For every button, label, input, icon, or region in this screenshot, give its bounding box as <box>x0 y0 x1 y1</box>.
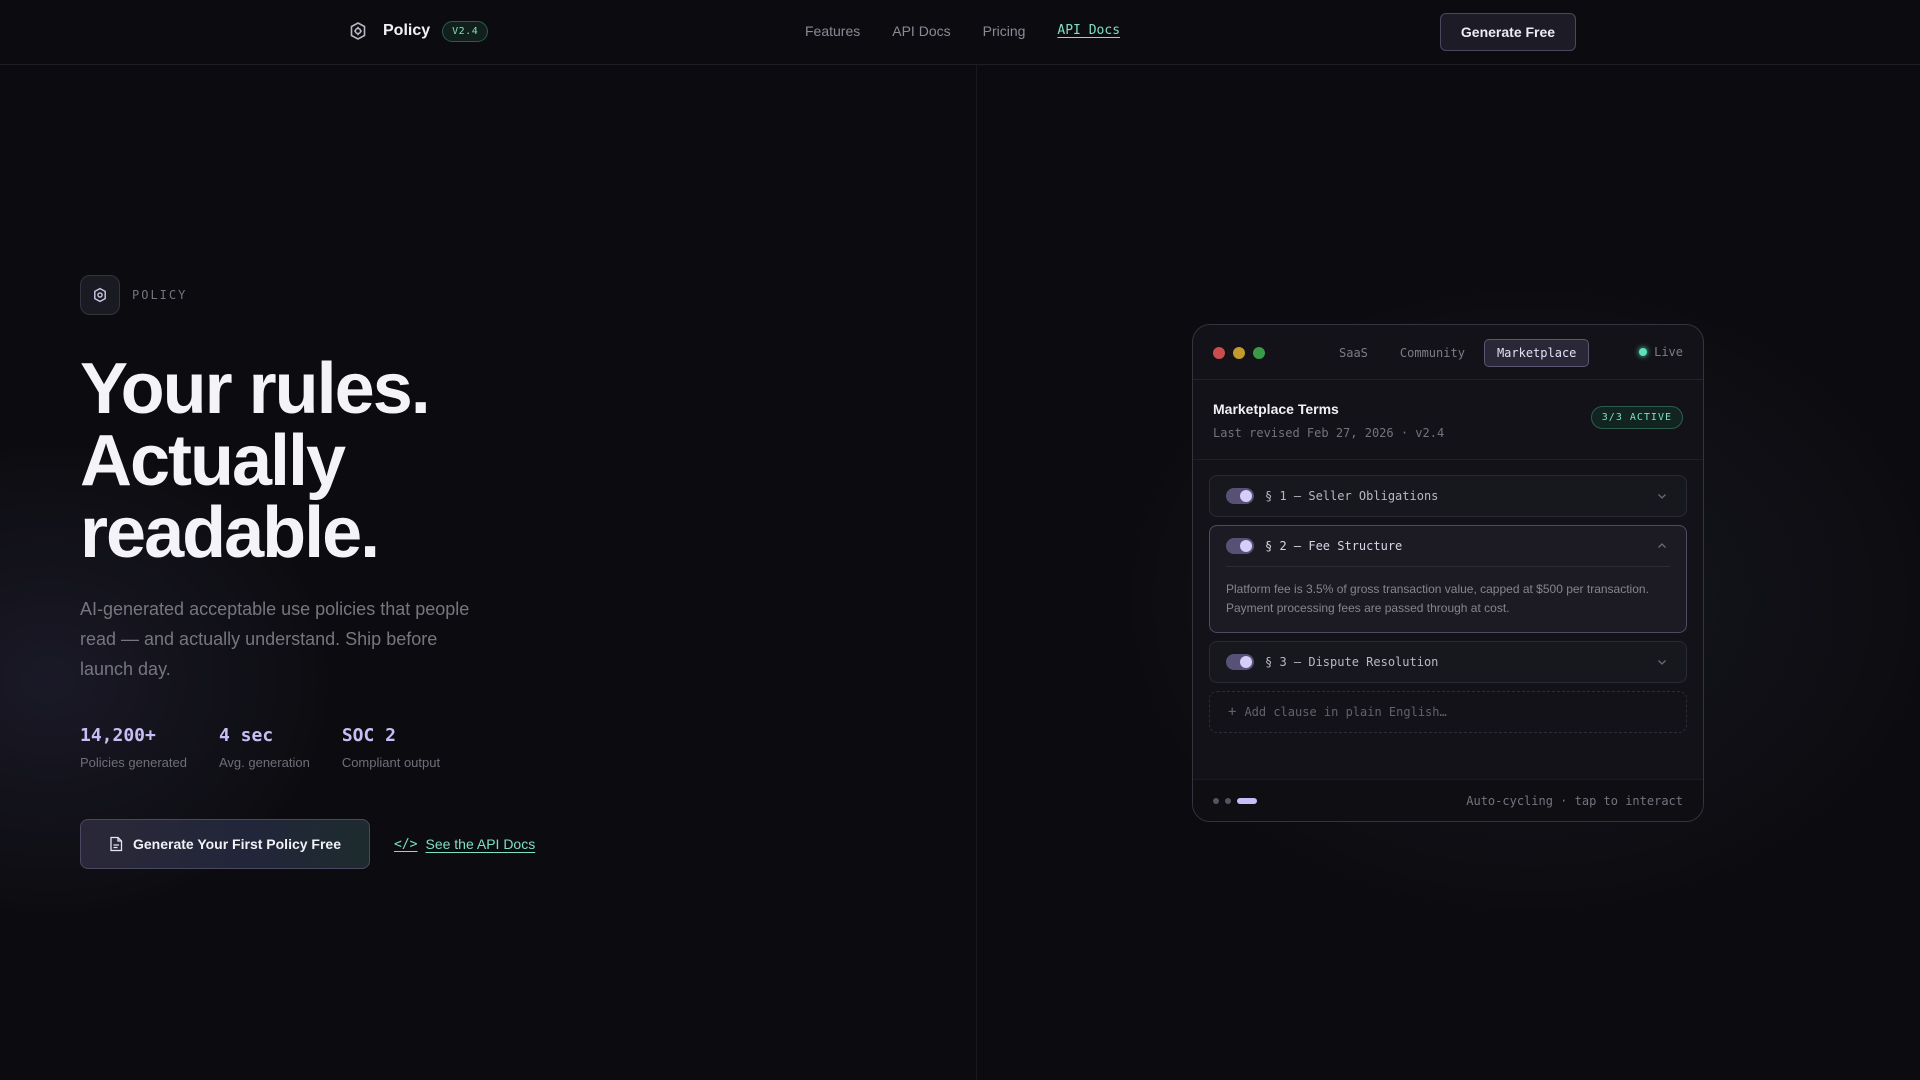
live-indicator: Live <box>1639 345 1683 359</box>
toggle-knob <box>1240 656 1252 668</box>
toggle-knob <box>1240 490 1252 502</box>
clause-label: § 1 — Seller Obligations <box>1265 489 1439 503</box>
clause-item[interactable]: § 3 — Dispute Resolution <box>1209 641 1687 683</box>
clause-toggle[interactable] <box>1226 654 1254 670</box>
policy-type-tabs: SaaS Community Marketplace <box>1326 339 1590 367</box>
stat-label: Compliant output <box>341 755 441 770</box>
active-count-badge: 3/3 ACTIVE <box>1590 406 1683 429</box>
see-api-docs-link[interactable]: </> See the API Docs <box>394 836 535 852</box>
clause-label: § 2 — Fee Structure <box>1265 539 1403 553</box>
add-clause-placeholder: Add clause in plain English… <box>1244 705 1447 719</box>
card-toolbar: SaaS Community Marketplace Live <box>1193 325 1703 380</box>
live-dot-icon <box>1639 348 1648 356</box>
document-header: Marketplace Terms Last revised Feb 27, 2… <box>1193 380 1703 460</box>
hero-eyebrow: POLICY <box>80 275 187 315</box>
stat-value: SOC 2 <box>341 725 396 746</box>
clause-item-expanded[interactable]: § 2 — Fee Structure Platform fee is 3.5%… <box>1209 525 1687 633</box>
clause-body: Platform fee is 3.5% of gross transactio… <box>1226 566 1670 632</box>
eyebrow-label: POLICY <box>132 288 188 302</box>
policy-preview-card: SaaS Community Marketplace Live Marketpl… <box>1192 324 1704 822</box>
document-meta: Last revised Feb 27, 2026 · v2.4 <box>1213 426 1445 440</box>
carousel-pager <box>1213 798 1257 804</box>
top-nav: Policy V2.4 Features API Docs Pricing AP… <box>0 0 1920 65</box>
brand-name: Policy <box>383 22 431 39</box>
shield-gear-icon <box>347 20 369 42</box>
nav-link-api-docs[interactable]: API Docs <box>892 23 950 39</box>
section-divider <box>976 65 977 1080</box>
headline-line-2: Actually <box>80 421 346 501</box>
auto-cycle-hint: Auto-cycling · tap to interact <box>1466 794 1683 808</box>
pager-dot-active[interactable] <box>1237 798 1257 804</box>
document-title: Marketplace Terms <box>1213 401 1339 417</box>
tab-community[interactable]: Community <box>1387 339 1478 367</box>
document-icon <box>109 836 123 852</box>
clause-header[interactable]: § 3 — Dispute Resolution <box>1210 642 1686 682</box>
hero-subhead: AI-generated acceptable use policies tha… <box>80 599 470 679</box>
stat-generation-time: 4 sec Avg. generation <box>219 725 310 770</box>
headline-line-3: readable. <box>80 493 380 573</box>
stat-policies: 14,200+ Policies generated <box>80 725 187 770</box>
cta-secondary-label: See the API Docs <box>425 836 536 852</box>
minimize-dot-icon <box>1233 347 1245 359</box>
stat-value: 4 sec <box>218 725 274 746</box>
toggle-knob <box>1240 540 1252 552</box>
nav-link-features[interactable]: Features <box>805 23 860 39</box>
pager-dot[interactable] <box>1213 798 1219 804</box>
generate-free-button[interactable]: Generate Free <box>1440 13 1576 51</box>
version-badge: V2.4 <box>442 20 489 42</box>
clause-header[interactable]: § 1 — Seller Obligations <box>1210 476 1686 516</box>
stat-label: Avg. generation <box>218 755 310 770</box>
card-footer: Auto-cycling · tap to interact <box>1193 779 1703 821</box>
hero-stats: 14,200+ Policies generated 4 sec Avg. ge… <box>80 725 440 770</box>
add-clause-input[interactable]: + Add clause in plain English… <box>1209 691 1687 733</box>
clause-list: § 1 — Seller Obligations § 2 — Fee Struc… <box>1209 475 1687 733</box>
clause-label: § 3 — Dispute Resolution <box>1265 655 1439 669</box>
nav-links: Features API Docs Pricing API Docs <box>805 23 1120 39</box>
clause-header[interactable]: § 2 — Fee Structure <box>1210 526 1686 566</box>
pager-dot[interactable] <box>1225 798 1231 804</box>
chevron-down-icon[interactable] <box>1656 490 1668 502</box>
headline-line-1: Your rules. <box>80 349 431 429</box>
tab-saas[interactable]: SaaS <box>1326 339 1381 367</box>
shield-gear-icon <box>80 275 120 315</box>
hero-headline: Your rules. Actually readable. <box>80 353 600 569</box>
nav-link-pricing[interactable]: Pricing <box>983 23 1026 39</box>
stat-label: Policies generated <box>80 755 187 770</box>
generate-first-policy-button[interactable]: Generate Your First Policy Free <box>80 819 370 869</box>
maximize-dot-icon <box>1253 347 1265 359</box>
clause-toggle[interactable] <box>1226 538 1254 554</box>
code-icon: </> <box>394 836 418 852</box>
chevron-up-icon[interactable] <box>1656 540 1668 552</box>
stat-value: 14,200+ <box>80 725 156 746</box>
clause-toggle[interactable] <box>1226 488 1254 504</box>
window-dots <box>1213 347 1265 359</box>
brand[interactable]: Policy V2.4 <box>347 20 489 42</box>
chevron-down-icon[interactable] <box>1656 656 1668 668</box>
plus-icon: + <box>1228 704 1237 720</box>
hero-cta-row: Generate Your First Policy Free </> See … <box>80 819 535 869</box>
close-dot-icon <box>1213 347 1225 359</box>
stat-compliance: SOC 2 Compliant output <box>342 725 440 770</box>
clause-item[interactable]: § 1 — Seller Obligations <box>1209 475 1687 517</box>
nav-link-api-docs-active[interactable]: API Docs <box>1057 23 1120 39</box>
live-label: Live <box>1654 345 1683 359</box>
tab-marketplace[interactable]: Marketplace <box>1483 339 1590 367</box>
cta-primary-label: Generate Your First Policy Free <box>132 836 341 852</box>
